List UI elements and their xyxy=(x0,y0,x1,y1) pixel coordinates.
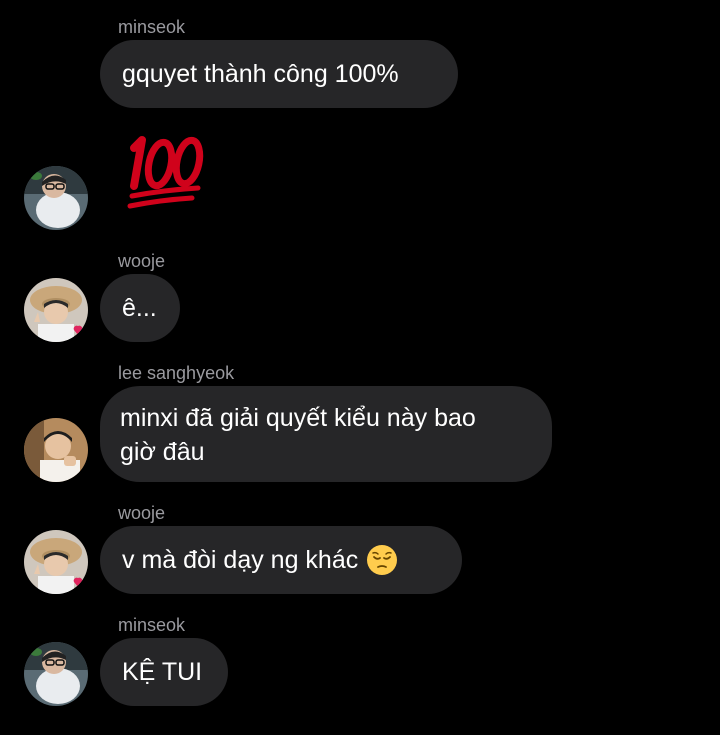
avatar-image xyxy=(24,642,88,706)
message-bubble[interactable]: v mà đòi dạy ng khác xyxy=(100,526,462,594)
message-text: v mà đòi dạy ng khác xyxy=(122,546,359,574)
avatar-image xyxy=(24,418,88,482)
message-bubble[interactable]: minxi đã giải quyết kiểu này bao giờ đâu xyxy=(100,386,552,482)
avatar-minseok[interactable] xyxy=(24,166,88,230)
sender-name: wooje xyxy=(118,503,166,523)
hundred-points-emoji[interactable] xyxy=(124,128,208,219)
message-text: KỆ TUI xyxy=(122,658,203,686)
message-text-line: giờ đâu xyxy=(120,438,205,466)
hundred-points-icon xyxy=(127,136,204,209)
pensive-face-icon xyxy=(367,545,398,575)
message-text-line: minxi đã giải quyết kiểu này bao xyxy=(120,404,476,432)
avatar-minseok[interactable] xyxy=(24,642,88,706)
message-text: ê... xyxy=(122,294,157,322)
avatar-wooje[interactable] xyxy=(24,278,88,342)
avatar-lee-sanghyeok[interactable] xyxy=(24,418,88,482)
message-bubble[interactable]: ê... xyxy=(100,274,180,342)
message-text: gquyet thành công 100% xyxy=(122,60,399,88)
message-bubble[interactable]: gquyet thành công 100% xyxy=(100,40,458,108)
avatar-wooje[interactable] xyxy=(24,530,88,594)
avatar-image xyxy=(24,166,88,230)
sender-name: wooje xyxy=(118,251,166,271)
message-bubble[interactable]: KỆ TUI xyxy=(100,638,228,706)
sender-name: minseok xyxy=(118,615,186,635)
sender-name: minseok xyxy=(118,17,186,37)
avatar-image xyxy=(24,530,88,594)
sender-name: lee sanghyeok xyxy=(118,363,235,383)
avatar-image xyxy=(24,278,88,342)
